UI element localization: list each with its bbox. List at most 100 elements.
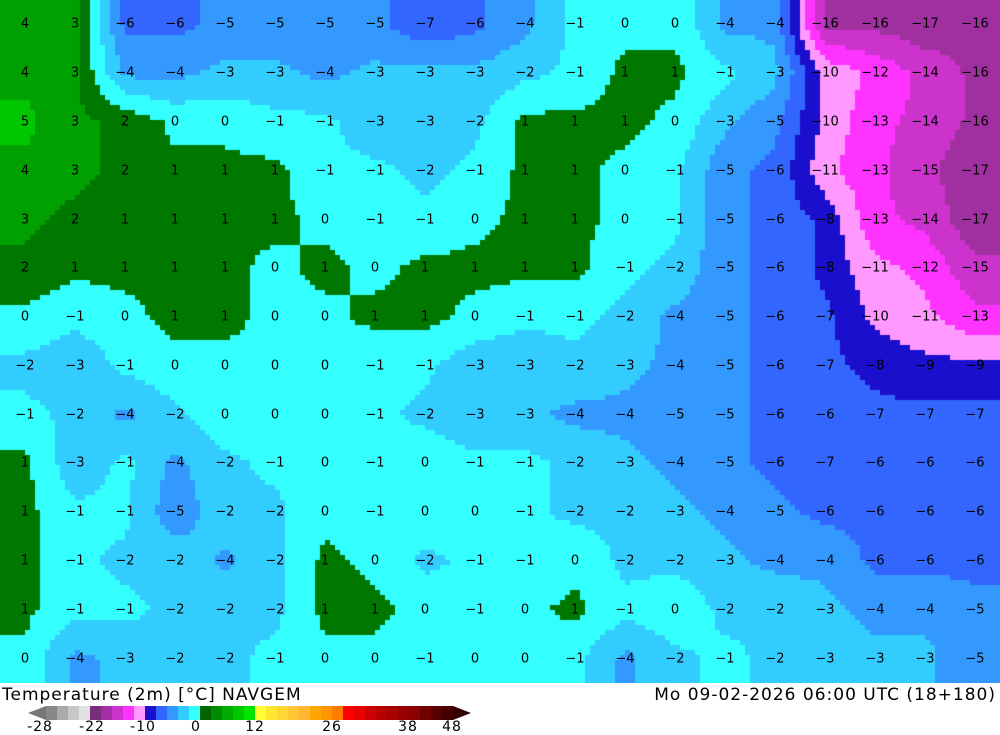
temperature-label: 0	[470, 309, 480, 325]
temperature-label: −1	[15, 407, 35, 423]
temperature-label: −1	[615, 260, 635, 276]
temperature-label: −3	[465, 65, 485, 81]
temperature-label: −4	[665, 358, 685, 374]
temperature-label: −1	[115, 602, 135, 618]
temperature-label: −6	[965, 553, 985, 569]
temperature-label: −1	[415, 212, 435, 228]
temperature-label: −1	[315, 163, 335, 179]
temperature-label: −2	[615, 553, 635, 569]
colorbar-segment	[79, 706, 90, 720]
temperature-label: 3	[70, 163, 80, 179]
temperature-label: 0	[220, 358, 230, 374]
colorbar-min-arrow	[28, 706, 46, 720]
colorbar-segment	[398, 706, 409, 720]
temperature-label: −11	[811, 163, 839, 179]
colorbar-segment	[244, 706, 255, 720]
temperature-label: 1	[420, 260, 430, 276]
temperature-label: 1	[470, 260, 480, 276]
temperature-label: −16	[811, 16, 839, 32]
temperature-label: −4	[215, 553, 235, 569]
colorbar-segment	[442, 706, 453, 720]
colorbar-segment	[211, 706, 222, 720]
temperature-label: −2	[265, 553, 285, 569]
temperature-label: −4	[115, 65, 135, 81]
temperature-label: −6	[815, 504, 835, 520]
temperature-label: −1	[465, 553, 485, 569]
temperature-label: −2	[565, 455, 585, 471]
colorbar-segment	[420, 706, 431, 720]
temperature-label: 1	[520, 260, 530, 276]
temperature-label: −1	[415, 358, 435, 374]
temperature-label: −4	[915, 602, 935, 618]
temperature-label: 3	[20, 212, 30, 228]
temperature-label: −3	[515, 358, 535, 374]
temperature-label: 1	[20, 504, 30, 520]
temperature-label: 0	[370, 260, 380, 276]
temperature-label: −4	[115, 407, 135, 423]
temperature-label: −5	[715, 163, 735, 179]
temperature-label: −13	[861, 212, 889, 228]
colorbar-segment	[387, 706, 398, 720]
temperature-label: −1	[365, 407, 385, 423]
temperature-label: 1	[570, 260, 580, 276]
temperature-label: −5	[715, 260, 735, 276]
colorbar-segment	[365, 706, 376, 720]
temperature-label: −1	[365, 504, 385, 520]
temperature-label: −1	[615, 602, 635, 618]
temperature-map[interactable]: 4 3 −6 −6 −5 −5 −5 −5 −7 −6 −4 −1 0 0 −4 −4 −16 −16 −17 −16…	[0, 0, 1000, 683]
temperature-label: 0	[20, 651, 30, 667]
temperature-label: 1	[320, 602, 330, 618]
temperature-label: −9	[915, 358, 935, 374]
temperature-label: −3	[465, 407, 485, 423]
colorbar-max-arrow	[453, 706, 471, 720]
temperature-label: 1	[370, 602, 380, 618]
temperature-label: −3	[715, 553, 735, 569]
temperature-label: −1	[515, 309, 535, 325]
temperature-label: −5	[965, 651, 985, 667]
temperature-label: −5	[715, 358, 735, 374]
temperature-label: −3	[815, 651, 835, 667]
temperature-label: 1	[220, 212, 230, 228]
temperature-label: −2	[115, 553, 135, 569]
temperature-label: −15	[961, 260, 989, 276]
temperature-label: 5	[20, 114, 30, 130]
temperature-label: −17	[961, 163, 989, 179]
temperature-label: −6	[815, 407, 835, 423]
temperature-label: 1	[120, 212, 130, 228]
temperature-label: 1	[520, 212, 530, 228]
temperature-label: −1	[565, 651, 585, 667]
temperature-label: 1	[20, 602, 30, 618]
temperature-label: −2	[415, 163, 435, 179]
temperature-label: −4	[515, 16, 535, 32]
temperature-label: −1	[665, 212, 685, 228]
temperature-label: −4	[615, 651, 635, 667]
temperature-label: −4	[315, 65, 335, 81]
temperature-label: −1	[315, 114, 335, 130]
temperature-label: −6	[865, 455, 885, 471]
temperature-label: 1	[220, 260, 230, 276]
temperature-label: 1	[170, 212, 180, 228]
colorbar-segment	[431, 706, 442, 720]
temperature-label: −1	[365, 212, 385, 228]
temperature-label: −7	[415, 16, 435, 32]
temperature-label: −3	[365, 65, 385, 81]
temperature-label: 1	[20, 553, 30, 569]
temperature-label: −2	[565, 504, 585, 520]
temperature-label: −2	[465, 114, 485, 130]
temperature-label: −1	[415, 651, 435, 667]
temperature-label: −7	[815, 358, 835, 374]
temperature-label: −2	[515, 65, 535, 81]
temperature-label: 1	[220, 163, 230, 179]
temperature-label: −3	[215, 65, 235, 81]
temperature-label: −5	[315, 16, 335, 32]
temperature-label: −4	[865, 602, 885, 618]
temperature-label: 0	[470, 504, 480, 520]
temperature-label: −2	[765, 602, 785, 618]
temperature-label: −4	[765, 553, 785, 569]
temperature-label: 0	[620, 212, 630, 228]
colorbar-segment	[46, 706, 57, 720]
temperature-label: −1	[465, 163, 485, 179]
temperature-label: −4	[165, 65, 185, 81]
temperature-label: −4	[765, 16, 785, 32]
colorbar-segment	[57, 706, 68, 720]
